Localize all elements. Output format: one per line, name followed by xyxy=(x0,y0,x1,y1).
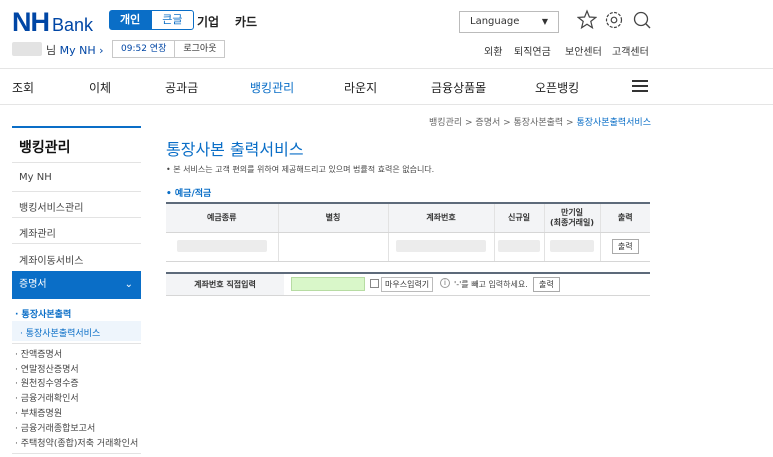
sidebar-tx-report[interactable]: · 금융거래종합보고서 xyxy=(15,421,95,434)
cell-nickname xyxy=(277,232,388,262)
masked-value xyxy=(498,239,540,252)
info-icon: i xyxy=(440,278,450,288)
col-maturity: 만기일 (최종거래일) xyxy=(543,202,600,233)
language-label: Language xyxy=(470,16,520,27)
util-customer[interactable]: 고객센터 xyxy=(612,43,649,58)
nh-bank-logo[interactable]: NH Bank xyxy=(12,7,93,38)
sidebar-divider xyxy=(12,162,141,163)
col-account-no: 계좌번호 xyxy=(387,202,494,233)
caret-down-icon: ▼ xyxy=(541,17,548,26)
cell-maturity xyxy=(543,232,600,262)
col-open-date: 신규일 xyxy=(493,202,544,233)
col-deposit-type: 예금종류 xyxy=(166,202,278,233)
corporate-link[interactable]: 기업 xyxy=(197,13,219,30)
direct-input-label: 계좌번호 직접입력 xyxy=(166,274,284,295)
user-suffix: 님 xyxy=(46,44,57,57)
masked-value xyxy=(176,239,267,252)
sidebar-divider xyxy=(12,191,141,192)
sidebar-sub-passbook[interactable]: · 통장사본출력 xyxy=(15,307,71,320)
table-row: 출력 xyxy=(166,232,650,262)
session-box: 09:52 연장 로그아웃 xyxy=(112,40,226,58)
cell-account-no xyxy=(387,232,494,262)
account-number-input[interactable] xyxy=(291,277,365,291)
sidebar-balance-cert[interactable]: · 잔액증명서 xyxy=(15,347,62,360)
sidebar-housing-savings[interactable]: · 주택청약(종합)저축 거래확인서 xyxy=(15,436,138,449)
breadcrumb-path: 뱅킹관리 > 증명서 > 통장사본출력 > xyxy=(429,118,577,128)
direct-input-row: 계좌번호 직접입력 마우스입력기 i '-'를 빼고 입력하세요. 출력 xyxy=(166,272,650,296)
logo-nh: NH xyxy=(12,7,50,37)
sidebar-divider xyxy=(12,343,141,344)
input-hint: '-'를 빼고 입력하세요. xyxy=(454,280,528,289)
service-notice: • 본 서비스는 고객 편의를 위하여 제공해드리고 있으며 법률적 효력은 없… xyxy=(166,165,435,174)
sidebar-divider xyxy=(12,453,141,454)
user-name-masked xyxy=(12,42,42,56)
sidebar-tx-confirm[interactable]: · 금융거래확인서 xyxy=(15,391,79,404)
page-title: 통장사본 출력서비스 xyxy=(166,140,304,159)
settings-icon[interactable] xyxy=(604,9,624,31)
sidebar-item-mynh[interactable]: My NH xyxy=(19,172,52,183)
nav-transfer[interactable]: 이체 xyxy=(89,79,111,96)
sidebar-debt-cert[interactable]: · 부채증명원 xyxy=(15,406,62,419)
row-print-button[interactable]: 출력 xyxy=(611,239,639,254)
sidebar-item-account-move[interactable]: 계좌이동서비스 xyxy=(19,252,83,267)
col-print: 출력 xyxy=(599,202,650,233)
search-icon[interactable] xyxy=(632,9,652,31)
sidebar-item-certificate[interactable]: 증명서 ⌄ xyxy=(12,271,141,299)
table-header-row: 예금종류 별칭 계좌번호 신규일 만기일 (최종거래일) 출력 xyxy=(166,202,650,233)
sidebar-active-label: 증명서 xyxy=(19,279,47,290)
personal-large-toggle: 개인 큰글 xyxy=(109,10,194,30)
nav-inquiry[interactable]: 조회 xyxy=(12,79,34,96)
breadcrumb-current: 통장사본출력서비스 xyxy=(576,118,651,128)
sidebar-accent-bar xyxy=(12,126,141,128)
cell-deposit-type xyxy=(166,232,278,262)
util-pension[interactable]: 퇴직연금 xyxy=(514,43,551,58)
mouse-input-label[interactable]: 마우스입력기 xyxy=(381,277,434,292)
session-extend-button[interactable]: 09:52 연장 xyxy=(113,41,176,57)
chevron-down-icon: ⌄ xyxy=(124,279,133,290)
sidebar-divider xyxy=(12,243,141,244)
sidebar-item-account[interactable]: 계좌관리 xyxy=(19,225,56,240)
menu-icon[interactable] xyxy=(632,80,648,92)
masked-value xyxy=(550,239,594,252)
nav-utility[interactable]: 공과금 xyxy=(165,79,198,96)
nav-banking-mgmt[interactable]: 뱅킹관리 xyxy=(250,79,294,96)
star-icon[interactable] xyxy=(577,9,597,31)
masked-value xyxy=(396,239,486,252)
nav-divider-bottom xyxy=(0,104,773,105)
user-greeting: 님 My NH › xyxy=(46,42,104,58)
breadcrumb: 뱅킹관리 > 증명서 > 통장사본출력 > 통장사본출력서비스 xyxy=(429,115,651,128)
util-security[interactable]: 보안센터 xyxy=(565,43,602,58)
nav-open-banking[interactable]: 오픈뱅킹 xyxy=(535,79,579,96)
cell-print: 출력 xyxy=(599,232,650,262)
util-forex[interactable]: 외환 xyxy=(484,43,502,58)
sidebar-title: 뱅킹관리 xyxy=(19,140,71,156)
large-text-tab[interactable]: 큰글 xyxy=(151,10,194,30)
logout-button[interactable]: 로그아웃 xyxy=(175,41,224,57)
section-title: • 예금/적금 xyxy=(166,189,212,199)
my-nh-link[interactable]: My NH › xyxy=(60,44,104,57)
card-link[interactable]: 카드 xyxy=(235,13,257,30)
account-table: 예금종류 별칭 계좌번호 신규일 만기일 (최종거래일) 출력 출력 xyxy=(166,202,650,262)
personal-tab[interactable]: 개인 xyxy=(109,10,152,30)
sidebar-withholding[interactable]: · 원천징수영수증 xyxy=(15,376,79,389)
cell-open-date xyxy=(493,232,544,262)
nav-products[interactable]: 금융상품몰 xyxy=(431,79,486,96)
nav-divider-top xyxy=(0,68,773,69)
logo-bank: Bank xyxy=(52,15,94,35)
mouse-input-checkbox[interactable] xyxy=(370,279,379,288)
language-select[interactable]: Language ▼ xyxy=(459,11,559,33)
sidebar-item-service[interactable]: 뱅킹서비스관리 xyxy=(19,199,83,214)
nav-lounge[interactable]: 라운지 xyxy=(344,79,377,96)
direct-print-button[interactable]: 출력 xyxy=(533,277,560,292)
sidebar-divider xyxy=(12,217,141,218)
sidebar-yearend-cert[interactable]: · 연말정산증명서 xyxy=(15,362,79,375)
sidebar-sub-passbook-service[interactable]: · 통장사본출력서비스 xyxy=(20,326,100,339)
col-nickname: 별칭 xyxy=(277,202,388,233)
